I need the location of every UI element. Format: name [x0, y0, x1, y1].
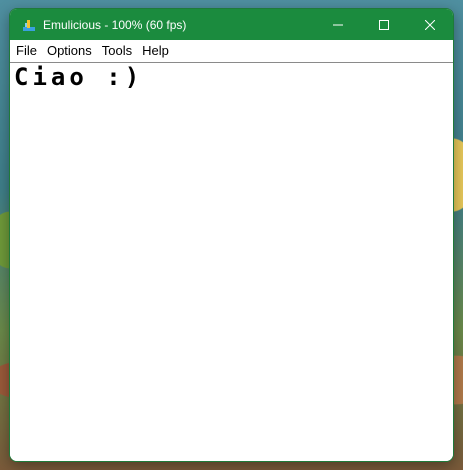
close-button[interactable]	[407, 9, 453, 40]
close-icon	[425, 19, 435, 30]
emulator-screen[interactable]: Ciao :)	[10, 63, 453, 461]
menu-bar: File Options Tools Help	[10, 40, 453, 63]
menu-tools[interactable]: Tools	[98, 40, 136, 62]
emulator-window: Emulicious - 100% (60 fps) File Options …	[9, 8, 454, 462]
menu-options[interactable]: Options	[43, 40, 96, 62]
minimize-icon	[333, 24, 343, 25]
menu-help[interactable]: Help	[138, 40, 173, 62]
emulicious-icon	[22, 18, 36, 32]
maximize-icon	[379, 19, 389, 30]
menu-file[interactable]: File	[12, 40, 41, 62]
title-bar[interactable]: Emulicious - 100% (60 fps)	[10, 9, 453, 40]
maximize-button[interactable]	[361, 9, 407, 40]
window-title: Emulicious - 100% (60 fps)	[43, 17, 187, 32]
minimize-button[interactable]	[315, 9, 361, 40]
screen-text: Ciao :)	[14, 63, 144, 91]
